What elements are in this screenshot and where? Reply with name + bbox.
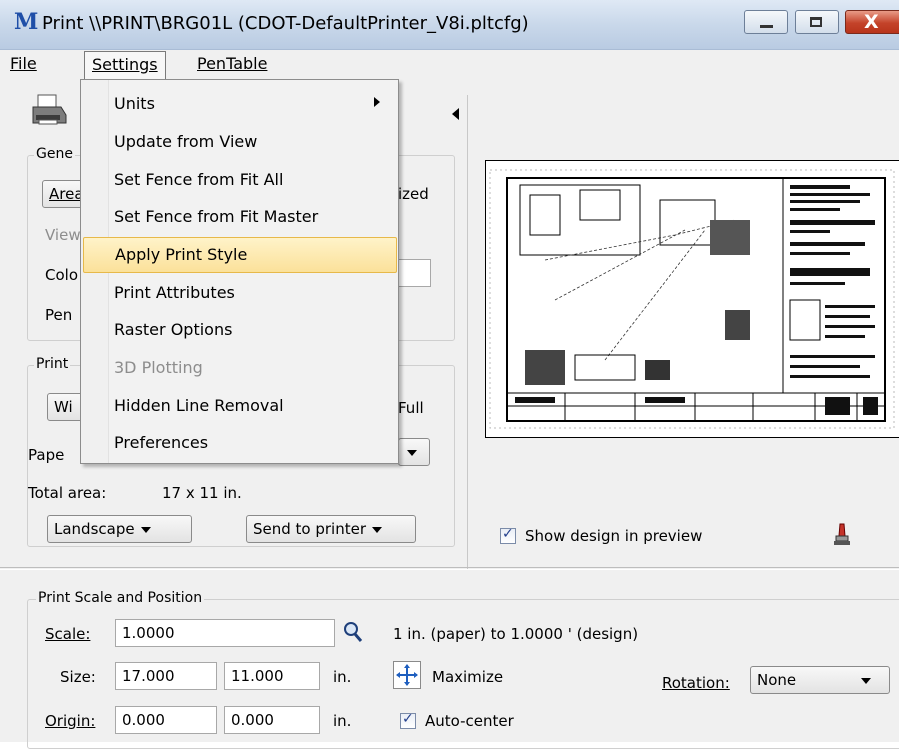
- size-height-input[interactable]: 11.000: [224, 662, 320, 690]
- panel-divider: [467, 95, 468, 570]
- printer-icon[interactable]: [30, 93, 68, 127]
- paper-label: Pape: [28, 446, 65, 464]
- menu-file-label: File: [10, 54, 37, 73]
- origin-unit: in.: [333, 712, 352, 730]
- origin-label-text: Origin:: [45, 712, 96, 730]
- collapse-arrow-icon[interactable]: [452, 108, 459, 120]
- total-area-label: Total area:: [28, 484, 107, 502]
- show-design-checkbox[interactable]: [500, 526, 516, 544]
- menu-item-fence-fit-all[interactable]: Set Fence from Fit All: [83, 162, 397, 198]
- paper-size-dropdown[interactable]: [398, 438, 430, 466]
- menu-item-label: Set Fence from Fit Master: [114, 207, 319, 226]
- microstation-m-icon: M: [14, 9, 39, 35]
- menu-pentable-label: PenTable: [197, 54, 268, 73]
- menu-item-update-from-view[interactable]: Update from View: [83, 124, 397, 160]
- rotation-label: Rotation:: [662, 673, 730, 693]
- pen-label: Pen: [45, 306, 73, 324]
- show-design-label: Show design in preview: [525, 527, 703, 545]
- chevron-down-icon: [407, 449, 417, 456]
- general-group-label: Gene: [34, 146, 75, 162]
- rotation-value: None: [757, 671, 797, 689]
- close-icon: X: [864, 11, 879, 33]
- scale-input[interactable]: 1.0000: [115, 619, 335, 647]
- submenu-arrow-icon: [374, 97, 380, 107]
- windows-printer-button-label: Wi: [54, 398, 73, 416]
- menu-item-label: 3D Plotting: [114, 358, 203, 377]
- printer-group-label: Print: [34, 356, 71, 372]
- close-button[interactable]: X: [845, 10, 899, 34]
- menu-item-label: Update from View: [114, 132, 258, 151]
- scale-position-group-label: Print Scale and Position: [36, 590, 205, 606]
- menu-item-label: Set Fence from Fit All: [114, 170, 284, 189]
- menu-item-units[interactable]: Units: [83, 86, 397, 122]
- autocenter-label: Auto-center: [425, 712, 514, 730]
- magnifier-icon[interactable]: [343, 621, 363, 643]
- splitter[interactable]: [0, 567, 899, 570]
- menu-item-label: Print Attributes: [114, 283, 235, 302]
- orientation-value: Landscape: [54, 520, 135, 538]
- origin-x-input[interactable]: 0.000: [115, 706, 217, 734]
- area-suffix-label: ized: [398, 185, 429, 203]
- maximize-arrows-icon: [396, 664, 418, 686]
- menu-item-label: Hidden Line Removal: [114, 396, 284, 415]
- size-label: Size:: [60, 668, 96, 686]
- destination-value: Send to printer: [253, 520, 367, 538]
- chevron-down-icon: [861, 677, 871, 684]
- minimize-button[interactable]: [744, 10, 788, 34]
- menu-file[interactable]: File: [3, 51, 44, 79]
- maximize-label: Maximize: [432, 668, 504, 686]
- pen-color-icon[interactable]: [832, 522, 852, 548]
- rotation-dropdown[interactable]: None: [750, 666, 890, 694]
- menu-item-apply-print-style[interactable]: Apply Print Style: [83, 237, 397, 273]
- menu-item-raster-options[interactable]: Raster Options: [83, 312, 397, 348]
- menu-item-label: Raster Options: [114, 320, 233, 339]
- menu-pentable[interactable]: PenTable: [190, 51, 274, 79]
- menu-settings-label: Settings: [92, 55, 158, 74]
- menu-item-label: Preferences: [114, 433, 209, 452]
- full-label: Full: [398, 399, 424, 417]
- chevron-down-icon: [140, 526, 151, 533]
- size-unit: in.: [333, 668, 352, 686]
- menu-item-3d-plotting: 3D Plotting: [83, 350, 397, 386]
- total-area-value: 17 x 11 in.: [162, 484, 242, 502]
- menu-item-fence-fit-master[interactable]: Set Fence from Fit Master: [83, 199, 397, 235]
- maximize-button[interactable]: [795, 10, 839, 34]
- menu-item-label: Units: [114, 94, 155, 113]
- scale-label-text: Scale:: [45, 625, 91, 643]
- origin-label: Origin:: [45, 711, 95, 731]
- color-label: Colo: [45, 266, 78, 284]
- menu-item-hidden-line-removal[interactable]: Hidden Line Removal: [83, 388, 397, 424]
- scale-description: 1 in. (paper) to 1.0000 ' (design): [393, 625, 639, 643]
- scale-label: Scale:: [45, 624, 90, 644]
- menu-item-print-attributes[interactable]: Print Attributes: [83, 275, 397, 311]
- rotation-label-text: Rotation:: [662, 674, 730, 692]
- autocenter-checkbox[interactable]: [400, 711, 416, 729]
- area-button-label: Area: [49, 185, 84, 203]
- destination-dropdown[interactable]: Send to printer: [246, 515, 416, 543]
- view-label: View: [45, 226, 81, 244]
- menu-item-preferences[interactable]: Preferences: [83, 425, 397, 461]
- design-preview-image: [489, 169, 895, 429]
- menu-settings[interactable]: Settings: [84, 51, 166, 81]
- maximize-button-scale[interactable]: [393, 661, 421, 689]
- origin-y-input[interactable]: 0.000: [224, 706, 320, 734]
- color-field[interactable]: [395, 259, 431, 287]
- orientation-dropdown[interactable]: Landscape: [47, 515, 192, 543]
- size-width-input[interactable]: 17.000: [115, 662, 217, 690]
- menu-item-label: Apply Print Style: [115, 245, 248, 264]
- window-title: Print \\PRINT\BRG01L (CDOT-DefaultPrinte…: [42, 13, 529, 34]
- chevron-down-icon: [372, 526, 383, 533]
